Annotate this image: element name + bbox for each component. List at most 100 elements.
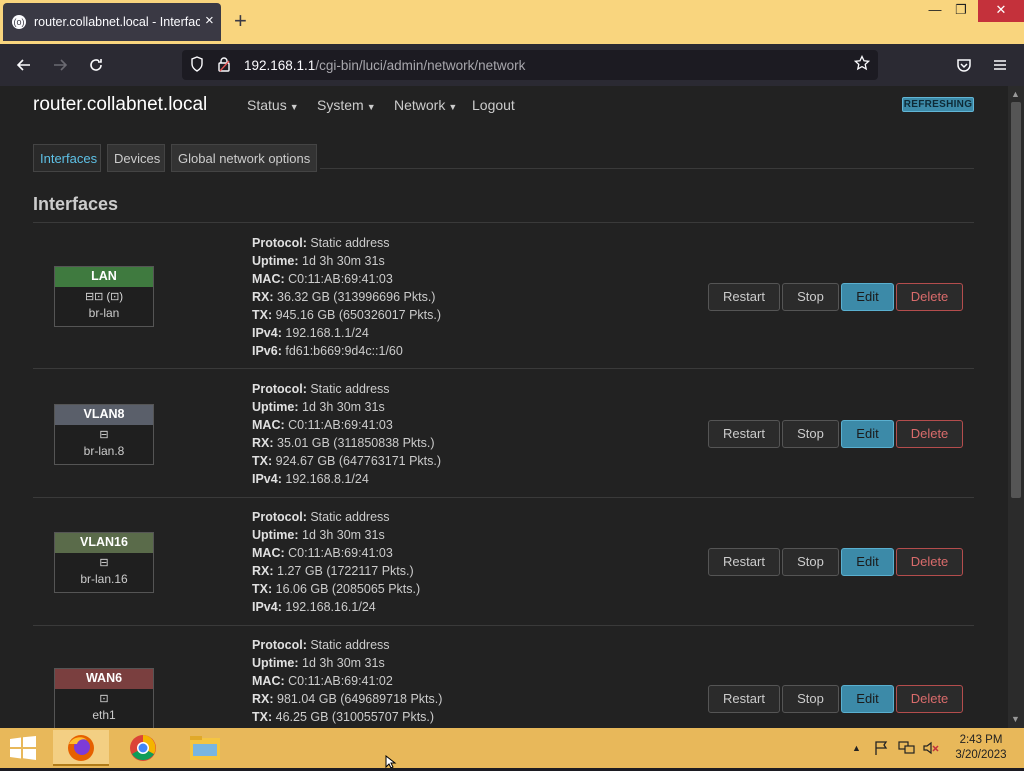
- pocket-icon: [957, 59, 971, 72]
- tab-devices[interactable]: Devices: [107, 144, 165, 172]
- edit-button[interactable]: Edit: [841, 685, 894, 713]
- edit-button[interactable]: Edit: [841, 420, 894, 448]
- forward-arrow-icon: [54, 59, 68, 71]
- edit-button[interactable]: Edit: [841, 283, 894, 311]
- forward-button[interactable]: [47, 53, 73, 77]
- section-title: Interfaces: [33, 194, 119, 214]
- interface-row-vlan16: VLAN16 ⊟ br-lan.16 Protocol: Static addr…: [33, 498, 974, 626]
- interface-row-vlan8: VLAN8 ⊟ br-lan.8 Protocol: Static addres…: [33, 370, 974, 498]
- taskbar-file-explorer[interactable]: [177, 730, 233, 766]
- stop-button[interactable]: Stop: [782, 685, 839, 713]
- url-text[interactable]: 192.168.1.1/cgi-bin/luci/admin/network/n…: [244, 58, 525, 73]
- clock-time: 2:43 PM: [959, 734, 1003, 746]
- network-device-icon: ⊟⊡ (⊡): [84, 291, 124, 303]
- menu-status[interactable]: Status ▼: [247, 97, 299, 113]
- delete-button[interactable]: Delete: [896, 420, 963, 448]
- browser-tab-strip: (o) router.collabnet.local - Interface ×…: [0, 0, 1024, 44]
- taskbar-clock[interactable]: 2:43 PM 3/20/2023: [946, 733, 1016, 763]
- delete-button[interactable]: Delete: [896, 283, 963, 311]
- restart-button[interactable]: Restart: [708, 548, 780, 576]
- delete-button[interactable]: Delete: [896, 685, 963, 713]
- interface-badge[interactable]: WAN6 ⊡ eth1: [54, 668, 154, 728]
- interface-row-wan6: WAN6 ⊡ eth1 Protocol: Static address Upt…: [33, 626, 974, 728]
- interface-device: eth1: [92, 708, 116, 722]
- app-menu-button[interactable]: [987, 53, 1013, 77]
- network-icon[interactable]: [898, 740, 916, 759]
- caret-down-icon: ▼: [448, 102, 458, 112]
- taskbar: ▲ 2:43 PM 3/20/2023: [0, 728, 1024, 768]
- scrollbar-thumb[interactable]: [1011, 102, 1021, 498]
- stop-button[interactable]: Stop: [782, 548, 839, 576]
- reload-icon: [90, 59, 102, 71]
- back-button[interactable]: [11, 53, 37, 77]
- stop-button[interactable]: Stop: [782, 420, 839, 448]
- maximize-button[interactable]: ❐: [944, 0, 978, 22]
- back-arrow-icon: [16, 59, 30, 71]
- bookmark-star-icon[interactable]: [853, 54, 871, 74]
- reload-button[interactable]: [83, 53, 109, 77]
- taskbar-firefox[interactable]: [53, 730, 109, 766]
- pocket-button[interactable]: [951, 53, 977, 77]
- page-scrollbar[interactable]: ▲ ▼: [1008, 86, 1024, 728]
- address-bar[interactable]: 192.168.1.1/cgi-bin/luci/admin/network/n…: [182, 50, 878, 80]
- windows-start-button[interactable]: [8, 736, 38, 760]
- show-hidden-icons-icon[interactable]: ▲: [852, 743, 861, 753]
- shield-icon[interactable]: [190, 56, 204, 75]
- edit-button[interactable]: Edit: [841, 548, 894, 576]
- firefox-icon: [68, 735, 94, 761]
- tab-title: router.collabnet.local - Interface: [34, 15, 200, 29]
- tab-divider: [320, 168, 974, 169]
- volume-muted-icon[interactable]: [922, 740, 940, 759]
- interface-name: WAN6: [55, 669, 153, 689]
- folder-icon: [190, 736, 220, 760]
- scroll-down-icon[interactable]: ▼: [1011, 714, 1020, 724]
- hamburger-icon: [994, 60, 1006, 70]
- chrome-icon: [130, 735, 156, 761]
- menu-logout[interactable]: Logout: [472, 97, 515, 113]
- interface-status: Protocol: Static address Uptime: 1d 3h 3…: [252, 510, 421, 614]
- tab-close-icon[interactable]: ×: [205, 13, 214, 29]
- tab-global-network-options[interactable]: Global network options: [171, 144, 317, 172]
- menu-network[interactable]: Network ▼: [394, 97, 457, 113]
- close-window-button[interactable]: ✕: [978, 0, 1024, 22]
- interface-row-lan: LAN ⊟⊡ (⊡) br-lan Protocol: Static addre…: [33, 223, 974, 369]
- tab-interfaces[interactable]: Interfaces: [33, 144, 101, 172]
- network-device-icon: ⊡: [99, 693, 109, 705]
- restart-button[interactable]: Restart: [708, 685, 780, 713]
- interface-name: LAN: [55, 267, 153, 287]
- interface-status: Protocol: Static address Uptime: 1d 3h 3…: [252, 236, 442, 358]
- interface-badge[interactable]: LAN ⊟⊡ (⊡) br-lan: [54, 266, 154, 327]
- network-device-icon: ⊟: [99, 429, 109, 441]
- interface-badge[interactable]: VLAN16 ⊟ br-lan.16: [54, 532, 154, 593]
- mouse-cursor-icon: [385, 755, 397, 768]
- windows-logo-icon: [10, 736, 36, 760]
- interface-name: VLAN16: [55, 533, 153, 553]
- caret-down-icon: ▼: [366, 102, 376, 112]
- interface-status: Protocol: Static address Uptime: 1d 3h 3…: [252, 638, 443, 724]
- stop-button[interactable]: Stop: [782, 283, 839, 311]
- new-tab-button[interactable]: +: [234, 9, 247, 33]
- caret-down-icon: ▼: [289, 102, 299, 112]
- luci-page: router.collabnet.local Status ▼ System ▼ N…: [0, 86, 1008, 728]
- restart-button[interactable]: Restart: [708, 420, 780, 448]
- browser-tab-active[interactable]: (o) router.collabnet.local - Interface ×: [3, 3, 221, 41]
- browser-toolbar: 192.168.1.1/cgi-bin/luci/admin/network/n…: [0, 44, 1024, 86]
- action-center-flag-icon[interactable]: [873, 740, 889, 759]
- brand-link[interactable]: router.collabnet.local: [33, 94, 207, 116]
- favicon-icon: (o): [12, 15, 26, 29]
- interface-device: br-lan.16: [80, 572, 128, 586]
- interface-device: br-lan.8: [83, 444, 125, 458]
- lock-icon[interactable]: [218, 56, 230, 75]
- taskbar-chrome[interactable]: [115, 730, 171, 766]
- refreshing-badge[interactable]: REFRESHING: [902, 97, 974, 112]
- interface-status: Protocol: Static address Uptime: 1d 3h 3…: [252, 382, 442, 486]
- delete-button[interactable]: Delete: [896, 548, 963, 576]
- scroll-up-icon[interactable]: ▲: [1011, 89, 1020, 99]
- network-device-icon: ⊟: [99, 557, 109, 569]
- interface-badge[interactable]: VLAN8 ⊟ br-lan.8: [54, 404, 154, 465]
- interface-device: br-lan: [88, 306, 120, 320]
- menu-system[interactable]: System ▼: [317, 97, 376, 113]
- clock-date: 3/20/2023: [955, 749, 1007, 761]
- interface-name: VLAN8: [55, 405, 153, 425]
- restart-button[interactable]: Restart: [708, 283, 780, 311]
